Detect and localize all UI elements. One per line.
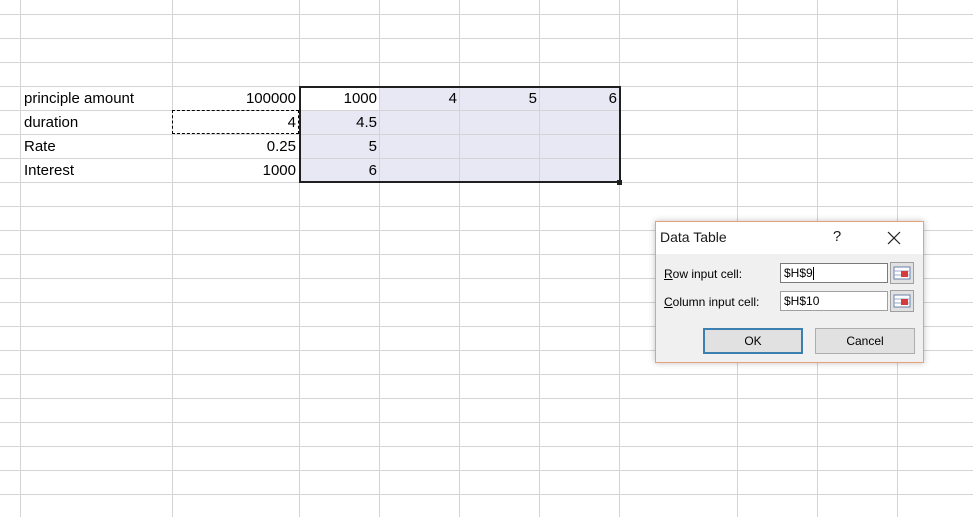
gridline-h — [0, 470, 973, 471]
gridline-h — [0, 446, 973, 447]
gridline-v — [459, 0, 460, 517]
cell-value-principle[interactable]: 100000 — [172, 87, 299, 111]
gridline-v — [379, 0, 380, 517]
column-input-field[interactable]: $H$10 — [780, 291, 888, 311]
cancel-button[interactable]: Cancel — [815, 328, 915, 354]
gridline-v — [299, 0, 300, 517]
gridline-h — [0, 62, 973, 63]
cell-value-rate[interactable]: 0.25 — [172, 135, 299, 159]
ok-button[interactable]: OK — [703, 328, 803, 354]
gridline-v — [619, 0, 620, 517]
gridline-v — [20, 0, 21, 517]
gridline-h — [0, 494, 973, 495]
help-button[interactable]: ? — [826, 226, 848, 248]
column-collapse-button[interactable] — [890, 290, 914, 312]
gridline-h — [0, 38, 973, 39]
copy-marquee — [172, 110, 299, 134]
gridline-v — [172, 0, 173, 517]
cell-value-interest[interactable]: 1000 — [172, 159, 299, 183]
dialog-titlebar[interactable]: Data Table ? — [656, 222, 923, 254]
data-table-dialog: Data Table ? Row input cell: $H$9 Column… — [655, 221, 924, 363]
selection-border — [299, 86, 621, 183]
fill-handle[interactable] — [617, 180, 622, 185]
gridline-h — [0, 374, 973, 375]
gridline-h — [0, 206, 973, 207]
cell-label-rate[interactable]: Rate — [20, 135, 172, 159]
row-input-label: Row input cell: — [664, 267, 743, 281]
column-input-label: Column input cell: — [664, 295, 760, 309]
close-icon — [887, 231, 901, 245]
cell-label-interest[interactable]: Interest — [20, 159, 172, 183]
row-input-field[interactable]: $H$9 — [780, 263, 888, 283]
row-collapse-button[interactable] — [890, 262, 914, 284]
collapse-dialog-icon — [893, 294, 911, 308]
cell-label-principle[interactable]: principle amount — [20, 87, 172, 111]
gridline-h — [0, 422, 973, 423]
collapse-dialog-icon — [893, 266, 911, 280]
close-button[interactable] — [882, 226, 906, 250]
cell-label-duration[interactable]: duration — [20, 111, 172, 135]
gridline-v — [539, 0, 540, 517]
gridline-h — [0, 14, 973, 15]
gridline-h — [0, 398, 973, 399]
dialog-title: Data Table — [660, 229, 727, 245]
